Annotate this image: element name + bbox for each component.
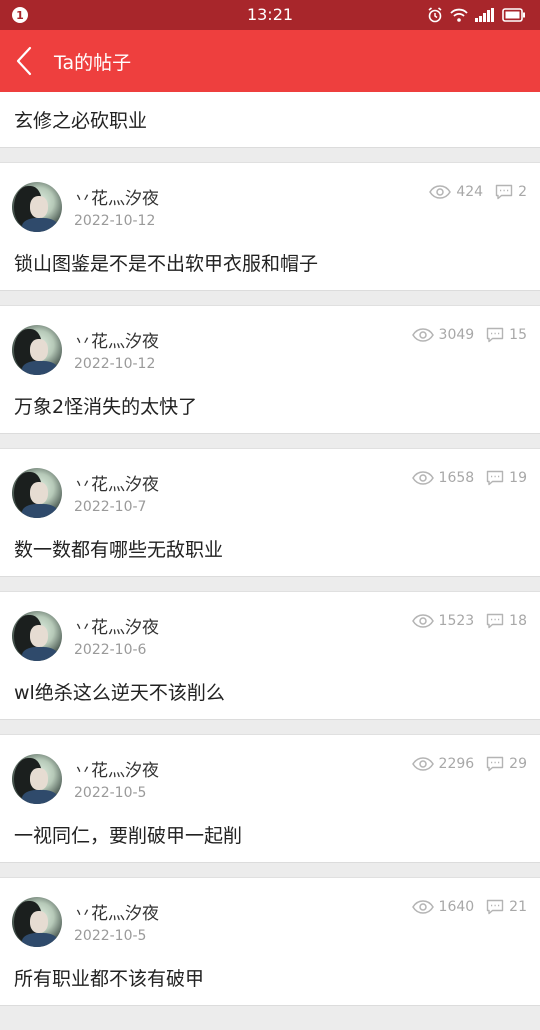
user-name[interactable]: 丷花灬汐夜 xyxy=(74,899,159,924)
comment-count: 2 xyxy=(495,184,527,200)
avatar[interactable] xyxy=(12,897,62,947)
view-count: 3049 xyxy=(411,327,475,343)
avatar[interactable] xyxy=(12,182,62,232)
comment-count-value: 21 xyxy=(509,899,527,915)
post-title: 锁山图鉴是不是不出软甲衣服和帽子 xyxy=(14,253,319,275)
post-date: 2022-10-7 xyxy=(74,499,147,515)
post-title: wl绝杀这么逆天不该削么 xyxy=(14,682,225,704)
post-date: 2022-10-5 xyxy=(74,785,147,801)
page-title: Ta的帖子 xyxy=(54,51,132,74)
avatar[interactable] xyxy=(12,754,62,804)
comment-icon xyxy=(495,184,513,200)
list-gap xyxy=(0,577,540,591)
comment-icon xyxy=(486,899,504,915)
avatar[interactable] xyxy=(12,325,62,375)
user-name[interactable]: 丷花灬汐夜 xyxy=(74,184,159,209)
post-stats: 1523 18 xyxy=(411,613,527,629)
list-gap xyxy=(0,720,540,734)
user-name[interactable]: 丷花灬汐夜 xyxy=(74,613,159,638)
eye-icon xyxy=(411,757,434,771)
post-title: 数一数都有哪些无敌职业 xyxy=(14,539,224,561)
post-date: 2022-10-12 xyxy=(74,213,156,229)
comment-icon xyxy=(486,327,504,343)
post-item-partial[interactable]: 玄修之必砍职业 xyxy=(0,92,540,148)
eye-icon xyxy=(411,900,434,914)
view-count: 2296 xyxy=(411,756,475,772)
list-gap xyxy=(0,863,540,877)
post-item[interactable]: 丷花灬汐夜 2022-10-5 1640 21 所有职业都不该有破甲 xyxy=(0,877,540,1006)
post-item[interactable]: 丷花灬汐夜 2022-10-7 1658 19 数一数都有哪些无敌职业 xyxy=(0,448,540,577)
comment-count-value: 19 xyxy=(509,470,527,486)
list-gap xyxy=(0,434,540,448)
comment-count-value: 29 xyxy=(509,756,527,772)
comment-count: 18 xyxy=(486,613,527,629)
view-count-value: 2296 xyxy=(438,756,475,772)
comment-count: 15 xyxy=(486,327,527,343)
post-item[interactable]: 丷花灬汐夜 2022-10-6 1523 18 wl绝杀这么逆天不该削么 xyxy=(0,591,540,720)
comment-count-value: 15 xyxy=(509,327,527,343)
post-list: 丷花灬汐夜 2022-10-12 424 2 锁山图鉴是不是不出软甲衣服和帽子 … xyxy=(0,148,540,1006)
view-count: 424 xyxy=(429,184,483,200)
view-count: 1523 xyxy=(411,613,475,629)
comment-icon xyxy=(486,470,504,486)
avatar[interactable] xyxy=(12,611,62,661)
post-item[interactable]: 丷花灬汐夜 2022-10-12 3049 15 万象2怪消失的太快了 xyxy=(0,305,540,434)
title-bar: Ta的帖子 xyxy=(0,30,540,92)
post-date: 2022-10-12 xyxy=(74,356,156,372)
user-name[interactable]: 丷花灬汐夜 xyxy=(74,756,159,781)
post-stats: 424 2 xyxy=(429,184,527,200)
eye-icon xyxy=(411,328,434,342)
view-count: 1658 xyxy=(411,470,475,486)
view-count-value: 424 xyxy=(456,184,484,200)
eye-icon xyxy=(429,185,452,199)
post-stats: 3049 15 xyxy=(411,327,527,343)
avatar[interactable] xyxy=(12,468,62,518)
post-stats: 1658 19 xyxy=(411,470,527,486)
view-count: 1640 xyxy=(411,899,475,915)
user-name[interactable]: 丷花灬汐夜 xyxy=(74,327,159,352)
comment-count: 29 xyxy=(486,756,527,772)
eye-icon xyxy=(411,471,434,485)
back-arrow-icon xyxy=(16,46,32,76)
view-count-value: 1658 xyxy=(438,470,475,486)
view-count-value: 1523 xyxy=(438,613,475,629)
user-name[interactable]: 丷花灬汐夜 xyxy=(74,470,159,495)
list-gap xyxy=(0,291,540,305)
eye-icon xyxy=(411,614,434,628)
comment-icon xyxy=(486,756,504,772)
post-stats: 1640 21 xyxy=(411,899,527,915)
post-date: 2022-10-6 xyxy=(74,642,147,658)
post-title: 万象2怪消失的太快了 xyxy=(14,396,198,418)
post-title: 一视同仁，要削破甲一起削 xyxy=(14,825,243,847)
status-time: 13:21 xyxy=(246,5,294,24)
view-count-value: 3049 xyxy=(438,327,475,343)
comment-count: 21 xyxy=(486,899,527,915)
post-item[interactable]: 丷花灬汐夜 2022-10-5 2296 29 一视同仁，要削破甲一起削 xyxy=(0,734,540,863)
comment-icon xyxy=(486,613,504,629)
comment-count-value: 2 xyxy=(518,184,527,200)
post-date: 2022-10-5 xyxy=(74,928,147,944)
post-stats: 2296 29 xyxy=(411,756,527,772)
comment-count-value: 18 xyxy=(509,613,527,629)
status-bar: 1 13:21 xyxy=(0,0,540,30)
post-title: 玄修之必砍职业 xyxy=(14,110,148,132)
post-item[interactable]: 丷花灬汐夜 2022-10-12 424 2 锁山图鉴是不是不出软甲衣服和帽子 xyxy=(0,162,540,291)
view-count-value: 1640 xyxy=(438,899,475,915)
post-title: 所有职业都不该有破甲 xyxy=(14,968,205,990)
list-gap xyxy=(0,148,540,162)
back-button[interactable] xyxy=(0,30,48,92)
comment-count: 19 xyxy=(486,470,527,486)
